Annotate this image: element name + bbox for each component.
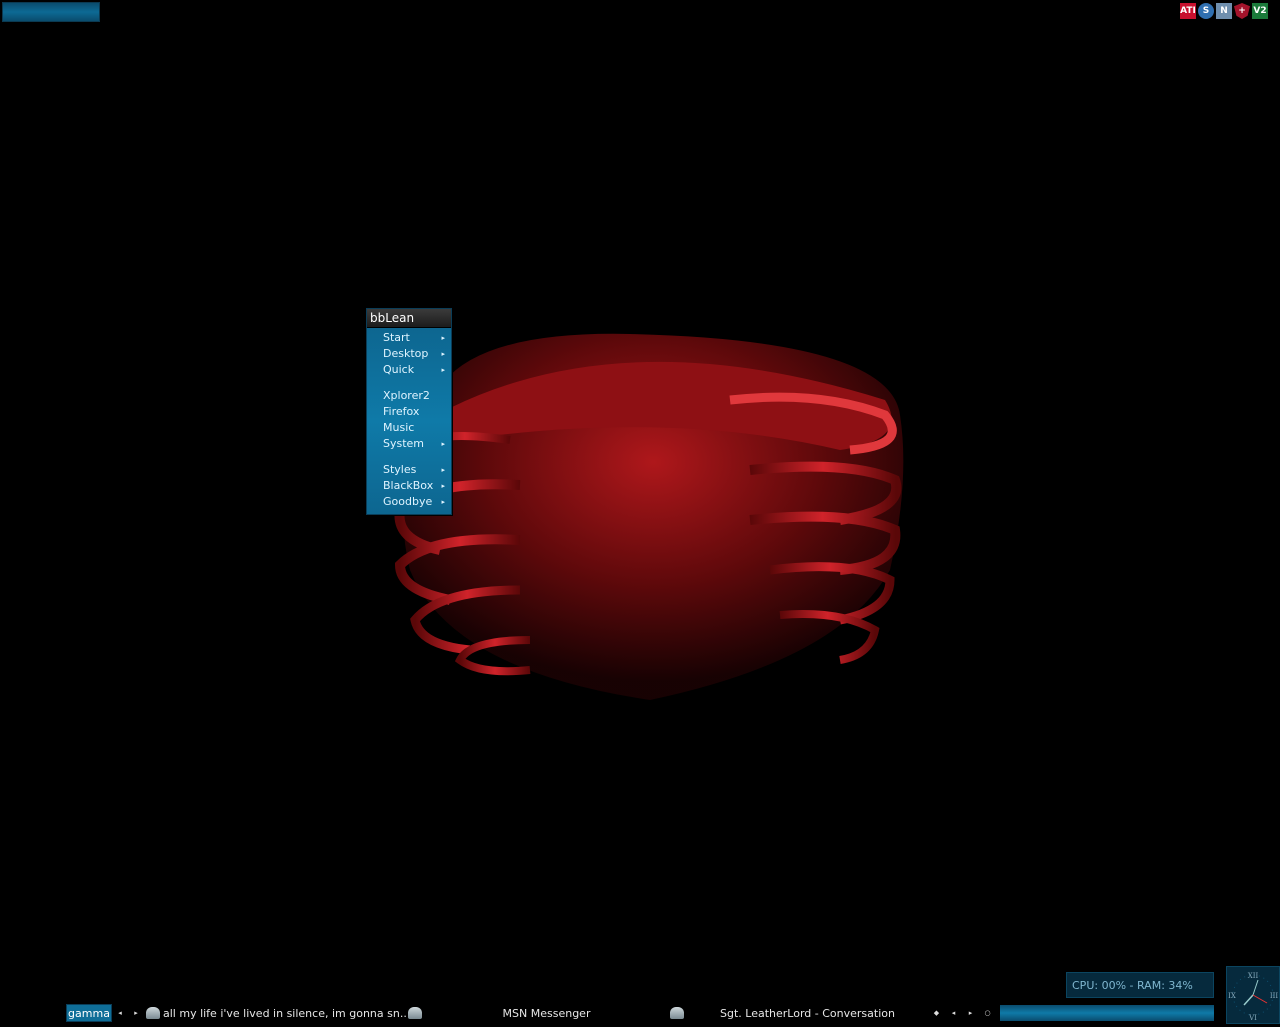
submenu-arrow-icon: ▸ bbox=[441, 466, 445, 474]
menu-item-styles[interactable]: Styles ▸ bbox=[367, 462, 451, 478]
menu-item-label: Goodbye bbox=[383, 495, 433, 508]
clock-numeral-6: VI bbox=[1248, 1014, 1257, 1022]
submenu-arrow-icon: ▸ bbox=[441, 482, 445, 490]
taskbar-task[interactable]: all my life i've lived in silence, im go… bbox=[144, 1004, 406, 1022]
menu-item-label: Start bbox=[383, 331, 410, 344]
submenu-arrow-icon: ▸ bbox=[441, 498, 445, 506]
taskbar-fill-area bbox=[1000, 1005, 1214, 1021]
clock-face: XII III VI IX bbox=[1228, 972, 1279, 1022]
taskbar: gamma ◂ ▸ all my life i've lived in sile… bbox=[66, 1004, 1214, 1022]
ati-icon[interactable]: ATI bbox=[1180, 3, 1196, 19]
workspace-next-button[interactable]: ▸ bbox=[128, 1009, 144, 1017]
menu-item-music[interactable]: Music bbox=[367, 420, 451, 436]
taskbar-next-button[interactable]: ▸ bbox=[962, 1009, 979, 1017]
menu-item-label: Styles bbox=[383, 463, 417, 476]
system-monitor: CPU: 00% - RAM: 34% bbox=[1066, 972, 1214, 998]
clock-numeral-3: III bbox=[1270, 992, 1279, 1000]
menu-item-blackbox[interactable]: BlackBox ▸ bbox=[367, 478, 451, 494]
msn-conversation-icon bbox=[146, 1007, 160, 1019]
clock-hour-hand bbox=[1243, 994, 1254, 1006]
security-shield-icon[interactable]: + bbox=[1234, 3, 1250, 19]
menu-separator bbox=[367, 378, 451, 388]
clock-second-hand bbox=[1252, 994, 1268, 1004]
msn-conversation-icon bbox=[670, 1007, 684, 1019]
menu-separator bbox=[367, 452, 451, 462]
desktop[interactable] bbox=[0, 0, 1280, 1024]
clock-numeral-12: XII bbox=[1248, 972, 1259, 980]
task-title: MSN Messenger bbox=[502, 1006, 591, 1020]
menu-item-start[interactable]: Start ▸ bbox=[367, 330, 451, 346]
system-icon[interactable]: S bbox=[1198, 3, 1214, 19]
submenu-arrow-icon: ▸ bbox=[441, 334, 445, 342]
submenu-arrow-icon: ▸ bbox=[441, 440, 445, 448]
menu-item-label: Quick bbox=[383, 363, 415, 376]
taskbar-toggle-button[interactable]: ○ bbox=[979, 1009, 996, 1017]
submenu-arrow-icon: ▸ bbox=[441, 366, 445, 374]
menu-item-label: Xplorer2 bbox=[383, 389, 430, 402]
menu-item-label: Firefox bbox=[383, 405, 420, 418]
network-icon[interactable]: N bbox=[1216, 3, 1232, 19]
menu-item-xplorer2[interactable]: Xplorer2 bbox=[367, 388, 451, 404]
taskbar-task[interactable]: Sgt. LeatherLord - Conversation bbox=[668, 1004, 928, 1022]
menu-item-desktop[interactable]: Desktop ▸ bbox=[367, 346, 451, 362]
menu-item-goodbye[interactable]: Goodbye ▸ bbox=[367, 494, 451, 510]
taskbar-menu-button[interactable]: ◆ bbox=[928, 1009, 945, 1017]
msn-messenger-icon bbox=[408, 1007, 422, 1019]
taskbar-prev-button[interactable]: ◂ bbox=[945, 1009, 962, 1017]
taskbar-task[interactable]: MSN Messenger bbox=[406, 1004, 668, 1022]
bblean-root-menu[interactable]: bbLean Start ▸ Desktop ▸ Quick ▸ Xplorer… bbox=[366, 308, 452, 515]
menu-item-quick[interactable]: Quick ▸ bbox=[367, 362, 451, 378]
menu-item-label: BlackBox bbox=[383, 479, 434, 492]
wallpaper-artwork bbox=[394, 333, 904, 700]
menu-item-label: Desktop bbox=[383, 347, 429, 360]
menu-item-firefox[interactable]: Firefox bbox=[367, 404, 451, 420]
task-title: Sgt. LeatherLord - Conversation bbox=[720, 1006, 895, 1020]
clock-numeral-9: IX bbox=[1228, 992, 1236, 1000]
task-title: all my life i've lived in silence, im go… bbox=[163, 1006, 406, 1020]
v2-icon[interactable]: V2 bbox=[1252, 3, 1268, 19]
menu-title[interactable]: bbLean bbox=[367, 309, 451, 328]
analog-clock: XII III VI IX bbox=[1226, 966, 1280, 1024]
workspace-label[interactable]: gamma bbox=[66, 1004, 112, 1022]
menu-body: Start ▸ Desktop ▸ Quick ▸ Xplorer2 Firef… bbox=[367, 328, 451, 514]
toolbar-button[interactable] bbox=[2, 2, 100, 22]
submenu-arrow-icon: ▸ bbox=[441, 350, 445, 358]
menu-item-label: Music bbox=[383, 421, 415, 434]
clock-minute-hand bbox=[1252, 979, 1259, 996]
workspace-prev-button[interactable]: ◂ bbox=[112, 1009, 128, 1017]
system-tray: ATI S N + V2 bbox=[1180, 3, 1268, 21]
menu-item-system[interactable]: System ▸ bbox=[367, 436, 451, 452]
menu-item-label: System bbox=[383, 437, 425, 450]
